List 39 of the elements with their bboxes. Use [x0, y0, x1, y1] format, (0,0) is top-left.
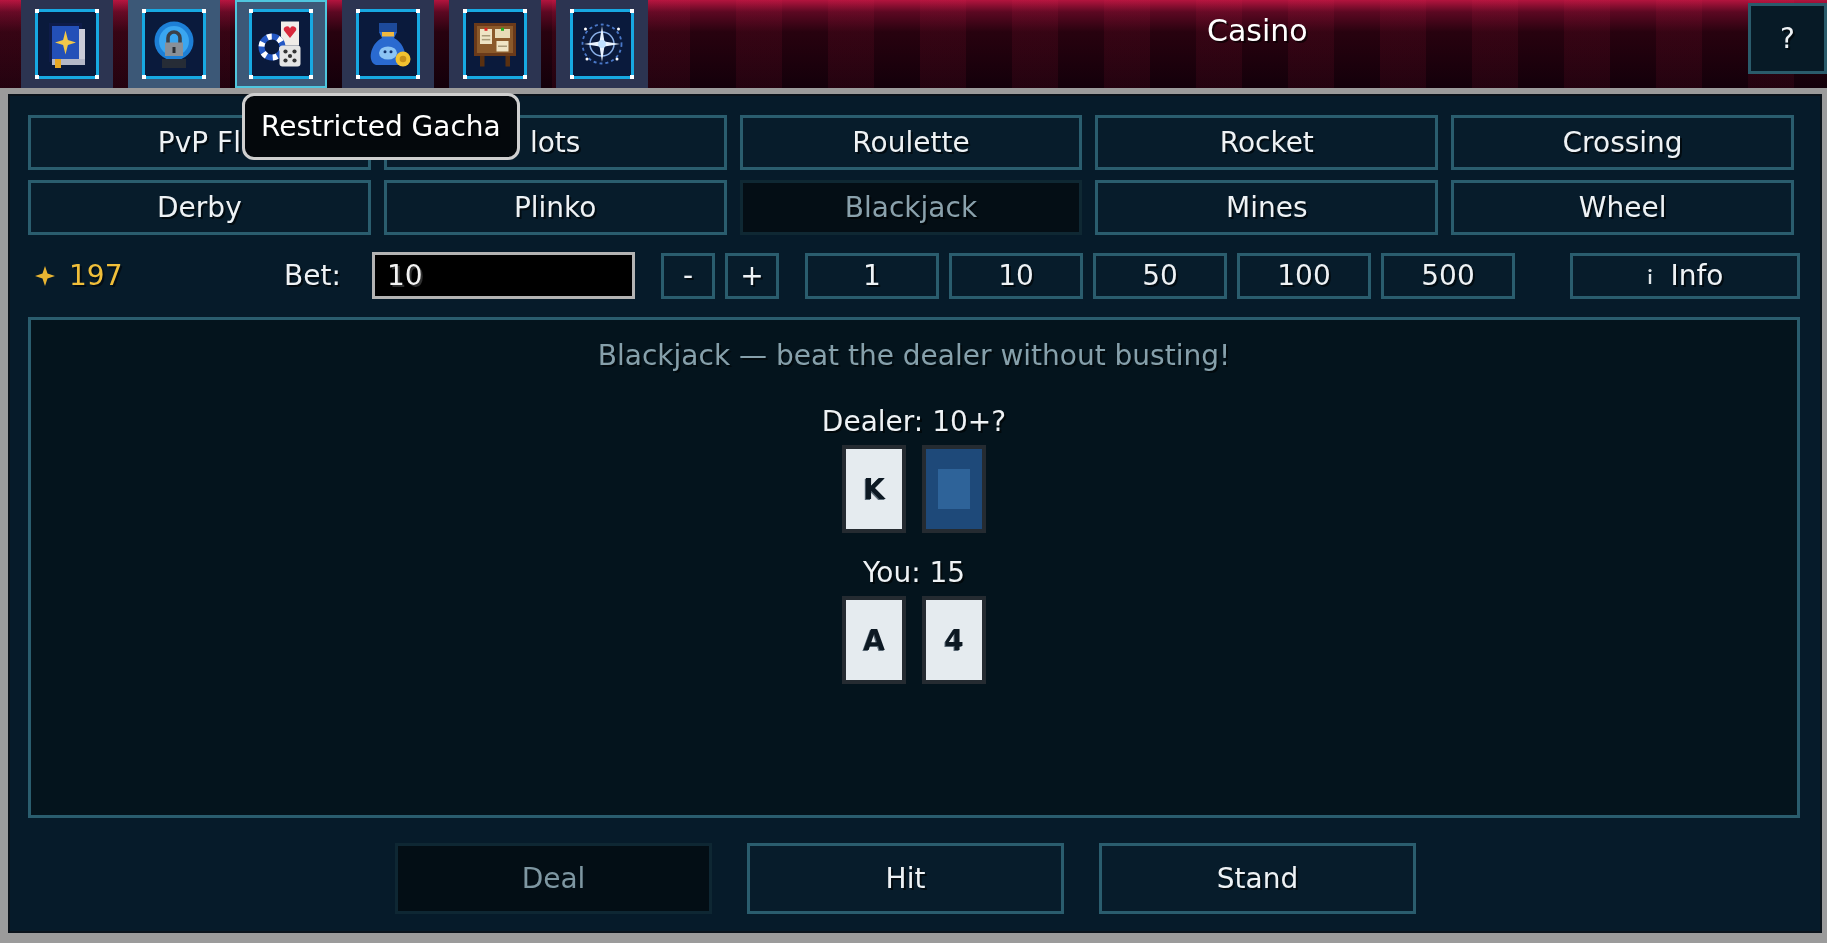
bet-step-button[interactable]: +: [725, 252, 779, 299]
info-button[interactable]: Info: [1570, 252, 1800, 299]
game-tab[interactable]: Blackjack: [739, 180, 1083, 235]
game-tab[interactable]: Mines: [1095, 180, 1439, 235]
help-button[interactable]: ?: [1748, 3, 1827, 74]
balance-amount: 197: [69, 259, 123, 292]
game-tab[interactable]: Roulette: [739, 115, 1083, 170]
bet-label: Bet:: [284, 259, 342, 292]
bet-input[interactable]: 10: [372, 252, 635, 299]
action-button[interactable]: Hit: [747, 843, 1064, 914]
game-tab[interactable]: Plinko: [383, 180, 727, 235]
notice-board-icon: [471, 20, 519, 68]
nav-tile-button[interactable]: [21, 0, 113, 88]
bet-amount-button[interactable]: 50: [1093, 252, 1227, 299]
hand-total-label: You: 15: [862, 556, 966, 590]
game-tab[interactable]: Crossing: [1451, 115, 1794, 170]
game-tab[interactable]: Wheel: [1451, 180, 1794, 235]
playing-card: K: [842, 445, 906, 533]
bet-amount-button[interactable]: 10: [949, 252, 1083, 299]
tooltip: Restricted Gacha: [242, 93, 520, 160]
playing-card: A: [842, 596, 906, 684]
window-title: Casino: [1207, 12, 1308, 50]
nav-tile-button[interactable]: [235, 0, 327, 88]
bet-amount-button[interactable]: 100: [1237, 252, 1371, 299]
hand-total-label: Dealer: 10+?: [821, 405, 1007, 439]
bet-amount-button[interactable]: 500: [1381, 252, 1515, 299]
game-tab[interactable]: Rocket: [1095, 115, 1439, 170]
nav-tile-button[interactable]: [449, 0, 541, 88]
action-button[interactable]: Stand: [1099, 843, 1416, 914]
game-tab[interactable]: Derby: [28, 180, 371, 235]
nav-tile-button[interactable]: [342, 0, 434, 88]
bet-amount-button[interactable]: 1: [805, 252, 939, 299]
playing-card: 4: [922, 596, 986, 684]
nav-tile-button[interactable]: [556, 0, 648, 88]
bet-step-button[interactable]: -: [661, 252, 715, 299]
info-icon: [1646, 267, 1653, 284]
nav-tile-button[interactable]: [128, 0, 220, 88]
star-icon: [35, 265, 55, 286]
game-caption: Blackjack — beat the dealer without busting!: [597, 339, 1231, 373]
